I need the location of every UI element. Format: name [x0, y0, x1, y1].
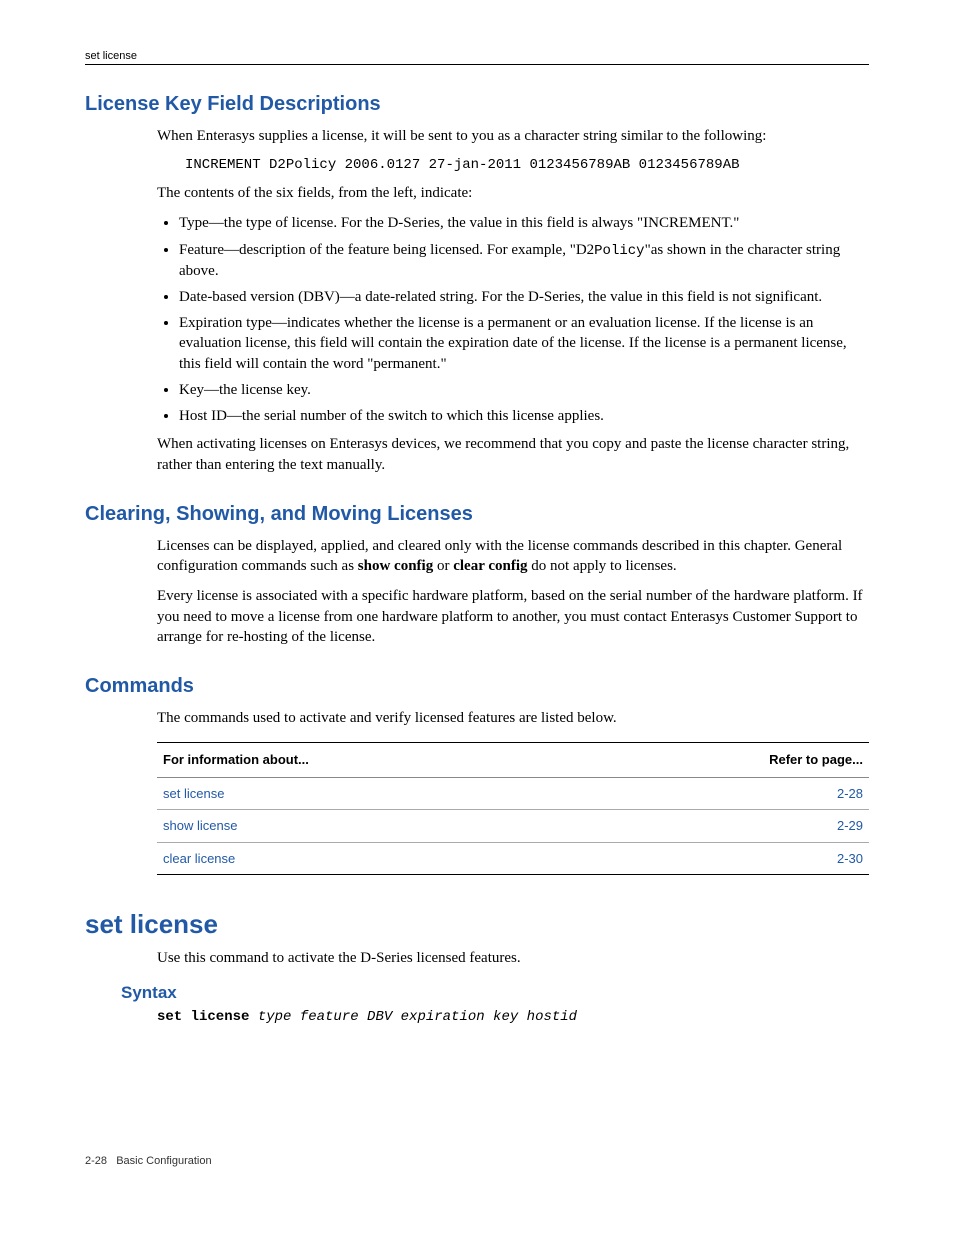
list-item: Type—the type of license. For the D-Seri…: [179, 213, 869, 233]
page-footer: 2-28 Basic Configuration: [85, 1155, 869, 1167]
table-row: clear license 2-30: [157, 842, 869, 875]
page-link[interactable]: 2-28: [583, 777, 869, 810]
table-row: set license 2-28: [157, 777, 869, 810]
bold-text: show config: [358, 558, 433, 574]
table-row: show license 2-29: [157, 810, 869, 843]
list-item: Feature—description of the feature being…: [179, 240, 869, 281]
list-item: Expiration type—indicates whether the li…: [179, 313, 869, 374]
inline-code: Policy: [594, 243, 644, 259]
command-link[interactable]: show license: [157, 810, 583, 843]
page-link[interactable]: 2-29: [583, 810, 869, 843]
code-sample: INCREMENT D2Policy 2006.0127 27-jan-2011…: [185, 156, 869, 175]
heading-commands: Commands: [85, 675, 869, 698]
paragraph: The commands used to activate and verify…: [157, 708, 869, 728]
syntax-line: set license type feature DBV expiration …: [157, 1009, 869, 1025]
table-header-info: For information about...: [157, 743, 583, 778]
paragraph: The contents of the six fields, from the…: [157, 183, 869, 203]
paragraph: When activating licenses on Enterasys de…: [157, 434, 869, 475]
commands-table: For information about... Refer to page..…: [157, 742, 869, 875]
command-link[interactable]: set license: [157, 777, 583, 810]
heading-license-key-field-descriptions: License Key Field Descriptions: [85, 93, 869, 116]
table-header-page: Refer to page...: [583, 743, 869, 778]
running-header: set license: [85, 50, 869, 65]
command-link[interactable]: clear license: [157, 842, 583, 875]
bold-text: clear config: [453, 558, 527, 574]
heading-syntax: Syntax: [121, 983, 869, 1003]
list-item: Host ID—the serial number of the switch …: [179, 406, 869, 426]
footer-page-number: 2-28: [85, 1155, 107, 1167]
paragraph: Every license is associated with a speci…: [157, 586, 869, 647]
field-list: Type—the type of license. For the D-Seri…: [157, 213, 869, 426]
syntax-command: set license: [157, 1009, 249, 1025]
paragraph: Use this command to activate the D-Serie…: [157, 948, 869, 968]
syntax-args: type feature DBV expiration key hostid: [249, 1009, 577, 1025]
list-item: Date-based version (DBV)—a date-related …: [179, 287, 869, 307]
text: do not apply to licenses.: [528, 558, 677, 574]
paragraph: Licenses can be displayed, applied, and …: [157, 536, 869, 577]
heading-clearing-showing-moving: Clearing, Showing, and Moving Licenses: [85, 503, 869, 526]
list-item: Key—the license key.: [179, 380, 869, 400]
heading-set-license: set license: [85, 909, 869, 940]
text: or: [433, 558, 453, 574]
text: Feature—description of the feature being…: [179, 242, 594, 258]
page-link[interactable]: 2-30: [583, 842, 869, 875]
paragraph: When Enterasys supplies a license, it wi…: [157, 126, 869, 146]
footer-section: Basic Configuration: [116, 1155, 211, 1167]
